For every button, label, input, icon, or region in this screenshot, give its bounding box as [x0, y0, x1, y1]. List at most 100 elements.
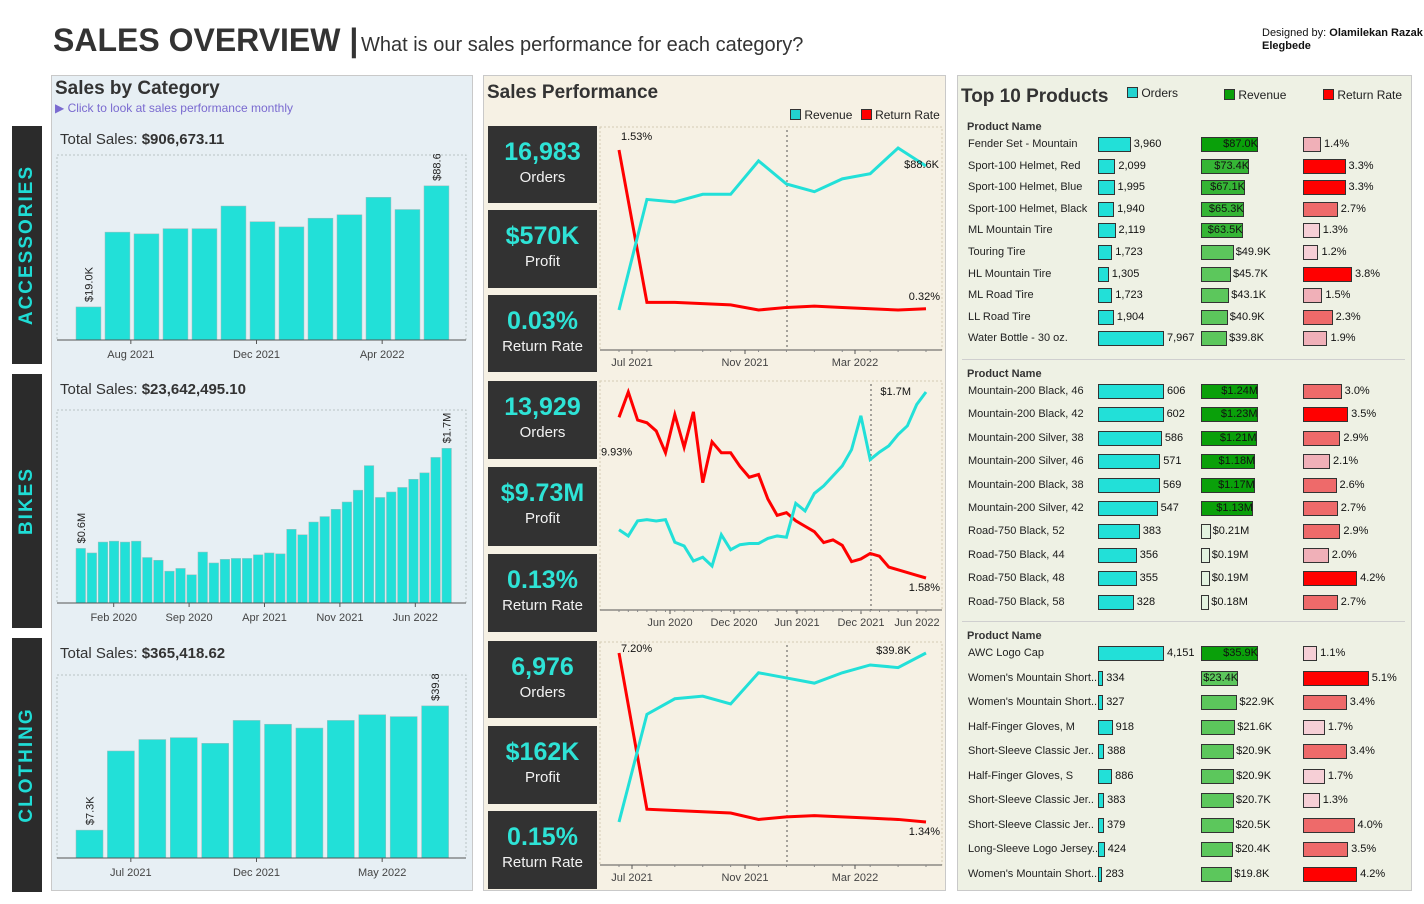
performance-panel-title: Sales Performance	[487, 82, 659, 103]
return-rate-value: 1.3%	[1322, 224, 1348, 237]
revenue-value: $49.9K	[1235, 246, 1271, 258]
kpi-label: Orders	[519, 684, 566, 701]
clothing-bar	[421, 705, 449, 859]
bikes-bar	[286, 529, 297, 604]
return-rate-value: 1.1%	[1320, 647, 1346, 659]
bikes-bar-chart: $0.6M $1.7M Feb 2020 Sep 2020 Apr 2021 Nov 20…	[56, 409, 467, 624]
return-last-label: 1.34%	[909, 826, 940, 838]
kpi-value: $162K	[505, 738, 580, 766]
orders-value: 328	[1136, 595, 1156, 608]
x-tick-label: Feb 2020	[90, 612, 136, 624]
product-name: Women's Mountain Short..	[968, 696, 1098, 708]
side-label-bikes: BIKES	[12, 374, 42, 628]
accessories-bar	[249, 221, 276, 341]
orders-value: 918	[1115, 720, 1134, 733]
orders-bar	[1098, 646, 1164, 661]
revenue-value: $40.9K	[1229, 310, 1265, 323]
return-rate-value: 1.7%	[1327, 769, 1353, 782]
return-rate-value: 2.9%	[1343, 431, 1369, 444]
return-rate-value: 5.1%	[1371, 671, 1397, 684]
orders-value: 547	[1160, 502, 1179, 514]
orders-bar	[1098, 384, 1164, 399]
product-name-header: Product Name	[967, 121, 1042, 133]
revenue-value: $19.8K	[1234, 867, 1270, 880]
monthly-drilldown-link[interactable]: ▶ Click to look at sales performance mon…	[55, 101, 293, 115]
revenue-bar	[1201, 288, 1230, 304]
bikes-bar	[208, 562, 219, 604]
kpi-value: 0.13%	[507, 566, 578, 594]
x-tick-label: Dec 2021	[233, 867, 280, 879]
product-name: ML Mountain Tire	[968, 224, 1053, 237]
total-sales-bikes: Total Sales: $23,642,495.10	[60, 381, 246, 398]
orders-value: 569	[1162, 478, 1182, 491]
return-rate-value: 3.4%	[1349, 745, 1375, 757]
product-name: Short-Sleeve Classic Jer..	[968, 745, 1094, 757]
accessories-line-chart: 1.53% $88.6K 0.32% Jul 2021 Nov 2021 Mar 2022	[599, 126, 943, 369]
orders-bar	[1098, 547, 1137, 563]
orders-bar	[1098, 407, 1164, 423]
revenue-bar	[1201, 817, 1234, 833]
revenue-last-label: $39.8K	[876, 645, 912, 657]
return-rate-value: 1.5%	[1325, 289, 1351, 302]
return-rate-bar	[1303, 793, 1320, 808]
bikes-bar	[419, 472, 430, 604]
revenue-value: $1.21M	[1219, 431, 1257, 444]
orders-value: 571	[1163, 455, 1182, 468]
return-rate-value: 1.2%	[1321, 246, 1347, 258]
return-rate-value: 2.7%	[1340, 502, 1366, 514]
return-rate-value: 3.5%	[1351, 408, 1377, 421]
clothing-bar	[138, 739, 167, 859]
category-panel-title: Sales by Category	[55, 78, 220, 99]
return-rate-value: 1.7%	[1327, 720, 1353, 733]
product-name: Mountain-200 Black, 46	[968, 385, 1084, 397]
return-rate-value: 2.7%	[1340, 595, 1366, 608]
product-name: Mountain-200 Black, 42	[968, 408, 1084, 421]
orders-bar	[1098, 266, 1109, 282]
revenue-bar	[1201, 309, 1228, 325]
orders-value: 886	[1115, 769, 1134, 782]
bikes-bar	[297, 534, 308, 604]
bikes-bar	[319, 516, 330, 604]
kpi-profit-accessories: $570K Profit	[488, 210, 597, 288]
return-rate-bar	[1303, 384, 1342, 399]
revenue-bar	[1201, 768, 1235, 784]
revenue-bar	[1201, 331, 1228, 347]
plot-frame	[599, 126, 943, 351]
x-tick-label: Dec 2021	[837, 617, 884, 629]
orders-bar	[1098, 768, 1113, 784]
kpi-value: 13,929	[504, 393, 581, 421]
bikes-bar	[131, 540, 142, 604]
kpi-label: Orders	[519, 169, 566, 186]
revenue-value: $22.9K	[1239, 696, 1275, 708]
total-value: $23,642,495.10	[141, 381, 246, 398]
x-tick-label: Sep 2020	[166, 612, 213, 624]
product-name: Water Bottle - 30 oz.	[968, 332, 1068, 345]
bikes-bar	[253, 554, 264, 604]
credit-prefix: Designed by:	[1262, 27, 1330, 39]
revenue-bar	[1201, 524, 1211, 540]
top-legend-orders: Orders	[1127, 86, 1178, 100]
legend-top-revenue-swatch	[1224, 89, 1235, 100]
return-rate-bar	[1303, 477, 1337, 493]
product-name: AWC Logo Cap	[968, 647, 1045, 659]
bikes-bar	[352, 489, 363, 604]
revenue-value: $1.23M	[1220, 408, 1258, 421]
return-rate-bar	[1303, 817, 1355, 833]
clothing-bar	[201, 743, 229, 859]
accessories-bar-chart: $19.0K $88.6K Aug 2021 Dec 2021 Apr 2022	[56, 154, 467, 361]
revenue-bar	[1201, 245, 1234, 260]
legend-return-swatch	[860, 109, 872, 120]
revenue-bar	[1201, 793, 1234, 808]
kpi-return-bikes: 0.13% Return Rate	[488, 554, 597, 632]
bikes-bar	[186, 574, 197, 604]
return-rate-bar	[1303, 158, 1346, 174]
bikes-bar	[275, 553, 286, 604]
total-value: $365,418.62	[141, 645, 226, 662]
return-first-label: 7.20%	[621, 643, 652, 655]
return-rate-line	[617, 652, 927, 824]
return-rate-bar	[1303, 223, 1320, 239]
return-rate-value: 2.6%	[1339, 478, 1365, 491]
return-rate-bar	[1303, 245, 1319, 260]
kpi-value: $9.73M	[500, 479, 585, 507]
bikes-bar	[386, 491, 397, 604]
